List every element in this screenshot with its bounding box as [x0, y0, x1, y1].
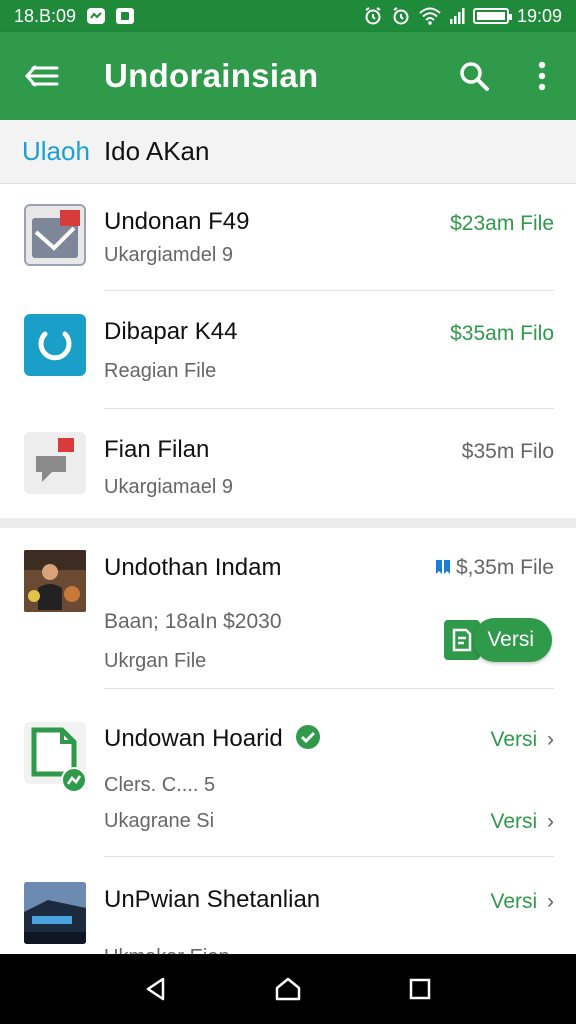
list-item[interactable]: Undonan F49 Ukargiamdel 9 $23am File [0, 184, 576, 300]
notification-icon [116, 8, 135, 24]
item-title: Undothan Indam [104, 554, 282, 581]
chevron-right-icon: › [547, 728, 554, 751]
menu-icon [25, 65, 59, 87]
divider [104, 408, 554, 409]
recents-icon [409, 978, 431, 1000]
divider [104, 688, 554, 689]
sync-app-icon [24, 314, 88, 378]
item-subtitle-green: Baan; 18aIn $2030 [104, 610, 282, 633]
navigation-bar [0, 954, 576, 1024]
divider [104, 856, 554, 857]
alarm-icon-2 [391, 6, 411, 26]
section-gap [0, 518, 576, 528]
item-subtitle: Clers. C.... 5 [104, 774, 216, 796]
status-time-left: 18.B:09 [14, 5, 77, 26]
back-icon [146, 977, 165, 1001]
item-meta: $,35m File [434, 556, 554, 580]
city-thumbnail [24, 882, 88, 946]
app-bar: Undorainsian [0, 32, 576, 120]
item-meta: $35m Filo [461, 440, 554, 463]
more-options-button[interactable] [508, 32, 576, 120]
search-button[interactable] [440, 32, 508, 120]
versi-button[interactable]: Versi [473, 618, 552, 662]
item-subtitle: Reagian File [104, 360, 217, 382]
item-title: Undowan Hoarid [104, 724, 321, 753]
wifi-icon [419, 7, 441, 25]
app-title: Undorainsian [104, 57, 319, 94]
alarm-icon [363, 6, 383, 26]
versi-link-2[interactable]: Versi › [490, 810, 554, 834]
item-title-text: Undowan Hoarid [104, 725, 283, 752]
battery-icon [472, 8, 512, 24]
status-bar: 18.B:09 19:09 [0, 0, 576, 32]
more-vert-icon [538, 61, 546, 91]
chevron-right-icon: › [547, 810, 554, 833]
item-subtitle: Ukargiamdel 9 [104, 244, 233, 266]
sub-header-text: Ido AKan [103, 136, 210, 166]
versi-link-label: Versi [490, 728, 538, 751]
item-subtitle: Ukrgan File [104, 650, 207, 672]
list-item[interactable]: Undothan Indam Baan; 18aIn $2030 Ukrgan … [0, 528, 576, 698]
item-subtitle-2: Ukagrane Si [104, 810, 215, 832]
photo-thumbnail [24, 550, 88, 614]
item-meta-text: $,35m File [455, 556, 554, 579]
home-icon [275, 977, 301, 1001]
item-title: Dibapar K44 [104, 318, 238, 345]
inbox-app-icon [24, 204, 88, 268]
document-app-icon [24, 722, 88, 793]
menu-button[interactable] [0, 32, 84, 120]
versi-link-label: Versi [490, 890, 538, 913]
versi-link[interactable]: Versi › [490, 890, 554, 914]
search-icon [460, 62, 489, 91]
recents-button[interactable] [390, 959, 450, 1019]
chat-app-icon [24, 432, 88, 496]
item-title: UnPwian Shetanlian [104, 886, 321, 913]
messenger-icon [86, 7, 106, 25]
item-subtitle: Ukargiamael 9 [104, 476, 233, 498]
back-button[interactable] [126, 959, 186, 1019]
status-time-right: 19:09 [516, 5, 562, 26]
chevron-right-icon: › [547, 890, 554, 913]
item-meta: $23am File [450, 212, 554, 235]
item-title: Undonan F49 [104, 208, 250, 235]
list-item[interactable]: Fian Filan Ukargiamael 9 $35m Filo [0, 418, 576, 518]
list-item[interactable]: Undowan Hoarid Clers. C.... 5 Ukagrane S… [0, 698, 576, 864]
list-item[interactable]: Dibapar K44 Reagian File $35am Filo [0, 300, 576, 418]
file-list: Undonan F49 Ukargiamdel 9 $23am File Dib… [0, 184, 576, 970]
item-meta: $35am Filo [450, 322, 554, 345]
verified-icon [296, 725, 321, 749]
versi-link-label: Versi [490, 810, 538, 833]
bookmark-icon [435, 560, 450, 574]
item-title: Fian Filan [104, 436, 210, 463]
versi-link[interactable]: Versi › [490, 728, 554, 752]
divider [104, 290, 554, 291]
sub-header: Ulaoh Ido AKan [0, 120, 576, 184]
sub-header-link[interactable]: Ulaoh [22, 136, 90, 167]
signal-icon [449, 7, 465, 25]
home-button[interactable] [258, 959, 318, 1019]
